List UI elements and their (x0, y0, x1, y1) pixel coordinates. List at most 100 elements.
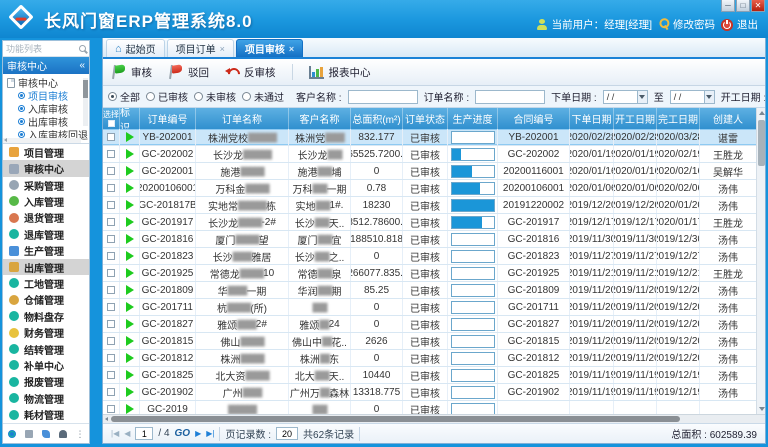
table-row[interactable]: GC-201823 长沙████雅居 长沙███之.. 0 已审核 GC-201… (103, 248, 756, 265)
more-icon[interactable]: ⋮ (76, 430, 85, 438)
row-checkbox[interactable] (107, 184, 115, 192)
sidebar-module[interactable]: 工地管理 (3, 275, 89, 291)
table-row[interactable]: GC-201809 华████一期 华润███期 85.25 已审核 GC-20… (103, 282, 756, 299)
row-checkbox[interactable] (107, 201, 115, 209)
table-row[interactable]: GC-201812 株洲█████ 株洲██东 0 已审核 GC-201812 … (103, 350, 756, 367)
row-checkbox[interactable] (107, 354, 115, 362)
scrollbar-thumb[interactable] (111, 416, 680, 422)
logout-button[interactable]: 退出 (721, 17, 758, 32)
page-number-input[interactable] (135, 427, 153, 440)
tab-project-orders[interactable]: 项目订单 × (167, 39, 234, 57)
table-row[interactable]: 20200106001 万科金█████ 万科███一期 0.78 已审核 20… (103, 180, 756, 197)
table-row[interactable]: GC-201816 厦门█████望 厦门███宜 188510.818 已审核… (103, 231, 756, 248)
reject-button[interactable]: 驳回 (168, 65, 209, 80)
order-date-from-input[interactable]: / / (603, 90, 648, 104)
tab-project-audit[interactable]: 项目审核 × (236, 39, 303, 57)
table-row[interactable]: GC-201917 长沙龙█████-2# 长沙███天.. 8512.7860… (103, 214, 756, 231)
sidebar-module[interactable]: 项目管理 (3, 144, 89, 160)
table-row[interactable]: GC-201711 杭█████(所) ███ 0 已审核 GC-201711 … (103, 299, 756, 316)
table-row[interactable]: GC-202001 施港█████ 施港███埔 0 已审核 202001160… (103, 163, 756, 180)
row-checkbox[interactable] (107, 252, 115, 260)
pen-icon[interactable] (42, 430, 50, 438)
row-checkbox[interactable] (107, 286, 115, 294)
audit-button[interactable]: 审核 (111, 65, 152, 80)
table-row[interactable]: GC-202002 长沙龙██████ 长沙龙███ 65525.7200.. … (103, 146, 756, 163)
close-tab-icon[interactable]: × (289, 44, 294, 54)
table-row[interactable]: GC-201817B 实地常██████栋 实地███1#. 18230 已审核… (103, 197, 756, 214)
radio-unaudited[interactable]: 未审核 (194, 89, 236, 104)
function-search-input[interactable] (6, 44, 77, 54)
sidebar-module[interactable]: 结转管理 (3, 341, 89, 357)
sidebar-module[interactable]: 退库管理 (3, 226, 89, 242)
table-horizontal-scrollbar[interactable] (103, 414, 765, 423)
row-checkbox[interactable] (107, 320, 115, 328)
column-order-date[interactable]: 下单日期 (570, 108, 614, 129)
sidebar-module[interactable]: 入库管理 (3, 193, 89, 209)
change-password-button[interactable]: 修改密码 (658, 17, 715, 32)
row-checkbox[interactable] (107, 269, 115, 277)
row-checkbox[interactable] (107, 303, 115, 311)
column-area[interactable]: 总面积(m²) (351, 108, 403, 129)
search-icon[interactable] (79, 45, 86, 52)
page-size-input[interactable] (276, 427, 298, 440)
first-page-button[interactable]: |◀ (111, 429, 119, 438)
tree-vertical-scrollbar[interactable] (83, 78, 88, 126)
scrollbar-thumb[interactable] (758, 120, 765, 166)
minimize-button[interactable]: ─ (721, 0, 735, 12)
row-checkbox[interactable] (107, 388, 115, 396)
table-row[interactable]: GC-2019 ██████ ███ 0 已审核 (103, 401, 756, 414)
radio-icon[interactable] (146, 92, 155, 101)
radio-icon[interactable] (194, 92, 203, 101)
sidebar-module[interactable]: 仓储管理 (3, 292, 89, 308)
tree-horizontal-scrollbar[interactable] (3, 138, 81, 143)
prev-page-button[interactable]: ◀ (124, 429, 130, 438)
chevron-down-icon[interactable] (637, 91, 647, 103)
column-creator[interactable]: 创建人 (700, 108, 757, 129)
radio-all[interactable]: 全部 (108, 89, 140, 104)
sidebar-module[interactable]: 补单中心 (3, 357, 89, 373)
go-button[interactable]: GO (175, 428, 191, 439)
column-finish-date[interactable]: 完工日期 (657, 108, 700, 129)
scroll-up-icon[interactable] (758, 109, 765, 117)
row-checkbox[interactable] (107, 167, 115, 175)
sidebar-module[interactable]: 耗材管理 (3, 407, 89, 423)
sidebar-module[interactable]: 出库管理 (3, 259, 89, 275)
column-customer[interactable]: 客户名称 (289, 108, 351, 129)
next-page-button[interactable]: ▶ (195, 429, 201, 438)
column-start-date[interactable]: 开工日期 (614, 108, 657, 129)
radio-audited[interactable]: 已审核 (146, 89, 188, 104)
table-row[interactable]: GC-201825 北大资█████ 北大███天.. 10440 已审核 GC… (103, 367, 756, 384)
tab-home[interactable]: ⌂ 起始页 (106, 39, 165, 57)
table-row[interactable]: GC-201925 常德龙█████10 常德███泉 266077.835..… (103, 265, 756, 282)
column-order-id[interactable]: 订单编号 (140, 108, 196, 129)
maximize-button[interactable]: □ (736, 0, 750, 12)
last-page-button[interactable]: ▶| (206, 429, 214, 438)
report-center-button[interactable]: 报表中心 (309, 65, 371, 80)
order-date-to-input[interactable]: / / (670, 90, 715, 104)
sidebar-module[interactable]: 财务管理 (3, 324, 89, 340)
sidebar-module[interactable]: 退货管理 (3, 210, 89, 226)
row-checkbox[interactable] (107, 405, 115, 413)
row-checkbox[interactable] (107, 150, 115, 158)
table-row[interactable]: GC-201827 雅颂████2# 雅颂██24 0 已审核 GC-20182… (103, 316, 756, 333)
column-contract[interactable]: 合同编号 (498, 108, 570, 129)
collapse-icon[interactable]: « (79, 60, 85, 71)
row-checkbox[interactable] (107, 337, 115, 345)
column-status[interactable]: 订单状态 (403, 108, 448, 129)
radio-failed[interactable]: 未通过 (242, 89, 284, 104)
scroll-down-icon[interactable] (758, 405, 765, 413)
unaudit-button[interactable]: 反审核 (225, 65, 276, 80)
dot-icon[interactable] (8, 430, 16, 438)
close-tab-icon[interactable]: × (220, 44, 225, 54)
chevron-down-icon[interactable] (704, 91, 714, 103)
customer-name-input[interactable] (348, 90, 418, 104)
row-checkbox[interactable] (107, 218, 115, 226)
sidebar-module[interactable]: 物料盘存 (3, 308, 89, 324)
radio-icon[interactable] (108, 92, 117, 101)
person-icon[interactable] (59, 430, 67, 438)
table-row[interactable]: GC-201902 广州████ 广州万██森林 13318.775 已审核 G… (103, 384, 756, 401)
cart-icon[interactable] (25, 430, 33, 438)
sidebar-module[interactable]: 报废管理 (3, 374, 89, 390)
order-name-input[interactable] (475, 90, 545, 104)
row-checkbox[interactable] (107, 371, 115, 379)
